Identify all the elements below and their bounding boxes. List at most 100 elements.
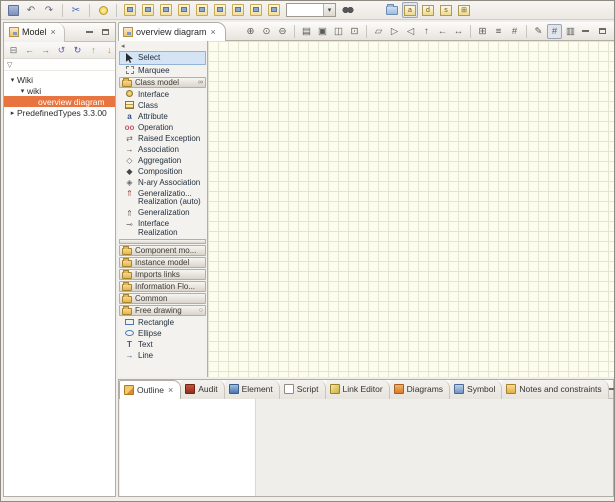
palette-section-information-flow[interactable]: Information Flo...: [119, 281, 206, 292]
tab-script[interactable]: Script: [280, 380, 326, 399]
tree-item-wiki-project[interactable]: ▾ Wiki: [4, 74, 115, 85]
matrix-perspective-button[interactable]: ⊞: [456, 2, 472, 18]
navigate-forward-button[interactable]: →: [38, 43, 53, 57]
outline-view-content[interactable]: [120, 399, 256, 496]
palette-item-ellipse[interactable]: Ellipse: [119, 328, 206, 339]
palette-item-aggregation[interactable]: ◇ Aggregation: [119, 155, 206, 166]
page-columns-button[interactable]: ▥: [563, 24, 578, 39]
redo-button[interactable]: ↷: [41, 2, 57, 18]
tab-outline[interactable]: Outline ×: [119, 380, 181, 399]
grid-visible-button[interactable]: #: [547, 24, 562, 39]
maximize-view-button[interactable]: [99, 27, 112, 38]
create-deployment-diagram-button[interactable]: [266, 2, 282, 18]
expand-left-button[interactable]: ◁: [403, 24, 418, 39]
move-up-button[interactable]: ↑: [86, 43, 101, 57]
palette-item-text[interactable]: T Text: [119, 339, 206, 350]
open-model-folder-button[interactable]: [384, 2, 400, 18]
palette-item-generalization[interactable]: ⇑ Generalization: [119, 208, 206, 219]
palette-item-raised-exception[interactable]: ⇄ Raised Exception: [119, 133, 206, 144]
collapse-all-button[interactable]: ⊟: [6, 43, 21, 57]
minimize-editor-button[interactable]: [579, 26, 592, 37]
tab-element[interactable]: Element: [225, 380, 280, 399]
diagram-perspective-button[interactable]: d: [420, 2, 436, 18]
fit-width-button[interactable]: ↔: [451, 24, 466, 39]
palette-item-composition[interactable]: ◆ Composition: [119, 166, 206, 177]
palette-section-instance-model[interactable]: Instance model: [119, 257, 206, 268]
combo-dropdown-button[interactable]: ▾: [323, 4, 335, 16]
tree-collapsed-icon[interactable]: ▸: [8, 109, 17, 117]
tab-overview-diagram[interactable]: overview diagram ×: [118, 22, 226, 41]
minimize-view-button[interactable]: [83, 27, 96, 38]
minimize-bottom-panel-button[interactable]: [609, 384, 615, 395]
list-view-button[interactable]: ≡: [491, 24, 506, 39]
search-combo-input[interactable]: [287, 4, 323, 16]
frame-button[interactable]: ⊞: [475, 24, 490, 39]
palette-item-generalization-realization-auto[interactable]: ⇑ Generalizatio... Realization (auto): [119, 188, 206, 208]
tab-model[interactable]: Model ×: [4, 23, 65, 42]
palette-item-association[interactable]: → Association: [119, 144, 206, 155]
palette-section-class-model[interactable]: Class model ∞: [119, 77, 206, 88]
navigate-back-button[interactable]: ←: [22, 43, 37, 57]
tab-audit[interactable]: Audit: [181, 380, 224, 399]
zoom-out-button[interactable]: ⊖: [275, 24, 290, 39]
tree-expanded-icon[interactable]: ▾: [18, 87, 27, 95]
undo-button[interactable]: ↶: [23, 2, 39, 18]
audit-lightbulb-button[interactable]: [95, 2, 111, 18]
palette-collapse-arrow[interactable]: ◂: [119, 42, 206, 51]
maximize-editor-button[interactable]: [596, 26, 609, 37]
palette-item-line[interactable]: → Line: [119, 350, 206, 361]
print-button[interactable]: ▤: [299, 24, 314, 39]
palette-item-rectangle[interactable]: Rectangle: [119, 317, 206, 328]
create-class-diagram-button[interactable]: [176, 2, 192, 18]
palette-item-operation[interactable]: oo Operation: [119, 122, 206, 133]
palette-section-free-drawing[interactable]: Free drawing ○: [119, 305, 206, 316]
create-use-case-diagram-button[interactable]: [212, 2, 228, 18]
export-image-button[interactable]: ◫: [331, 24, 346, 39]
sync-next-button[interactable]: ↻: [70, 43, 85, 57]
style-edit-button[interactable]: ✎: [531, 24, 546, 39]
save-diagram-button[interactable]: ▣: [315, 24, 330, 39]
layout-button[interactable]: ▱: [371, 24, 386, 39]
view-menu-button[interactable]: ▽: [7, 61, 12, 69]
save-button[interactable]: [5, 2, 21, 18]
search-button[interactable]: [340, 2, 356, 18]
create-package-button[interactable]: [122, 2, 138, 18]
selection-frame-button[interactable]: ⊡: [347, 24, 362, 39]
palette-section-common[interactable]: Common: [119, 293, 206, 304]
move-down-button[interactable]: ↓: [102, 43, 115, 57]
model-explorer-perspective-button[interactable]: a: [402, 2, 418, 18]
tree-item-wiki-package[interactable]: ▾ wiki: [4, 85, 115, 96]
align-left-button[interactable]: ←: [435, 24, 450, 39]
zoom-in-button[interactable]: ⊕: [243, 24, 258, 39]
create-interface-button[interactable]: [158, 2, 174, 18]
palette-item-class[interactable]: Class: [119, 100, 206, 111]
palette-section-component-model[interactable]: Component mo...: [119, 245, 206, 256]
tab-notes-and-constraints[interactable]: Notes and constraints: [502, 380, 608, 399]
tab-symbol[interactable]: Symbol: [450, 380, 502, 399]
create-sequence-diagram-button[interactable]: [194, 2, 210, 18]
create-component-button[interactable]: [248, 2, 264, 18]
tab-link-editor[interactable]: Link Editor: [326, 380, 390, 399]
script-perspective-button[interactable]: s: [438, 2, 454, 18]
tree-item-overview-diagram[interactable]: overview diagram: [4, 96, 115, 107]
zoom-original-button[interactable]: ⊙: [259, 24, 274, 39]
palette-item-interface[interactable]: Interface: [119, 89, 206, 100]
palette-tool-select[interactable]: Select: [119, 51, 206, 65]
raise-button[interactable]: ↑: [419, 24, 434, 39]
expand-right-button[interactable]: ▷: [387, 24, 402, 39]
hash-grid-button[interactable]: #: [507, 24, 522, 39]
palette-item-nary-association[interactable]: ◈ N-ary Association: [119, 177, 206, 188]
tree-expanded-icon[interactable]: ▾: [8, 76, 17, 84]
close-icon[interactable]: ×: [167, 385, 174, 395]
sync-previous-button[interactable]: ↺: [54, 43, 69, 57]
tab-diagrams[interactable]: Diagrams: [390, 380, 450, 399]
create-class-button[interactable]: [140, 2, 156, 18]
tree-item-predefined-types[interactable]: ▸ PredefinedTypes 3.3.00: [4, 107, 115, 118]
palette-item-interface-realization[interactable]: ⊸ Interface Realization: [119, 219, 206, 239]
close-icon[interactable]: ×: [210, 27, 217, 37]
palette-section-imports-links[interactable]: Imports links: [119, 269, 206, 280]
palette-item-attribute[interactable]: a Attribute: [119, 111, 206, 122]
close-icon[interactable]: ×: [50, 27, 57, 37]
palette-tool-marquee[interactable]: Marquee: [119, 65, 206, 76]
create-actor-button[interactable]: [230, 2, 246, 18]
